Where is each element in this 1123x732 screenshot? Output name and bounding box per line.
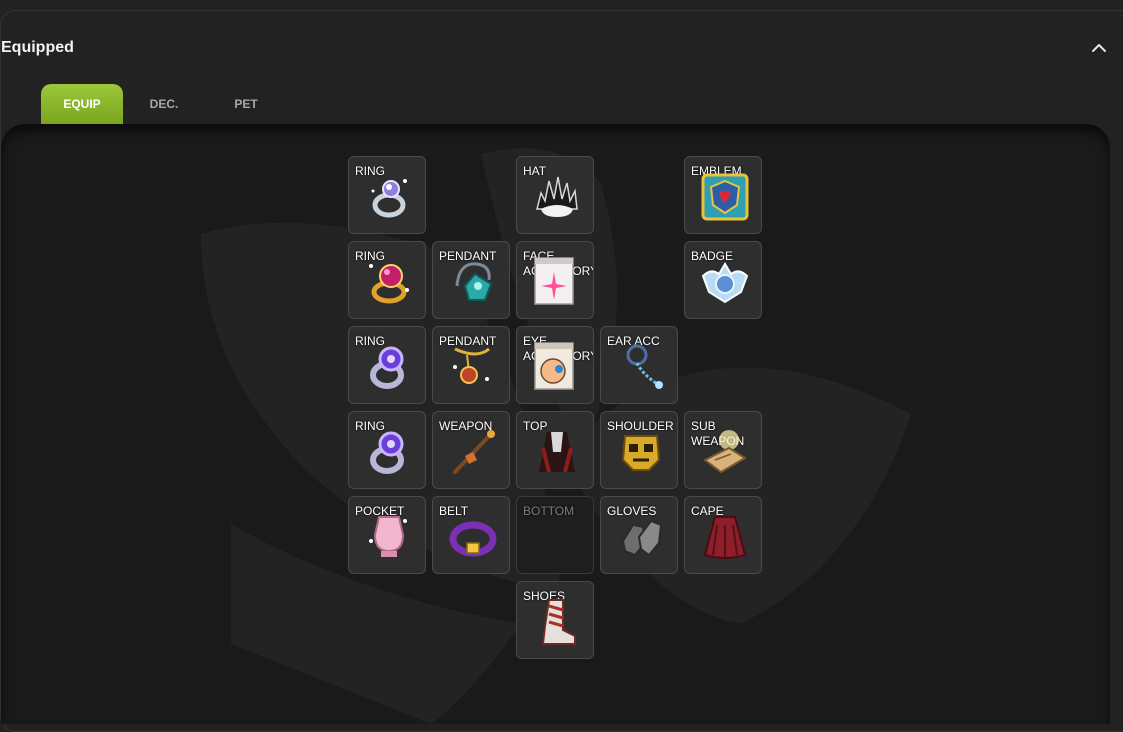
skull-shoulder-icon	[621, 435, 661, 471]
scroll-sub-weapon-icon	[703, 430, 747, 474]
slot-shoes[interactable]: SHOES	[516, 581, 594, 659]
earring-chain-icon	[626, 344, 663, 389]
slot-ring-3[interactable]: RING	[348, 326, 426, 404]
tab-decoration[interactable]: DEC.	[123, 84, 205, 124]
slot-bottom[interactable]: BOTTOM	[516, 496, 594, 574]
ring-purple-icon	[370, 346, 404, 389]
eye-accessory-card-icon	[534, 342, 574, 390]
slot-belt[interactable]: BELT	[432, 496, 510, 574]
slot-sub-weapon[interactable]: SUB WEAPON	[684, 411, 762, 489]
emblem-shield-icon	[701, 173, 749, 221]
badge-crystal-icon	[701, 262, 749, 304]
slot-weapon[interactable]: WEAPON	[432, 411, 510, 489]
slot-ring-4[interactable]: RING	[348, 411, 426, 489]
belt-icon	[449, 521, 497, 557]
ring-ruby-icon	[369, 264, 409, 304]
tab-equip[interactable]: EQUIP	[41, 84, 123, 124]
face-accessory-card-icon	[534, 257, 574, 305]
pendant-gold-chain-icon	[453, 347, 490, 384]
cape-icon	[703, 516, 747, 559]
slot-gloves[interactable]: GLOVES	[600, 496, 678, 574]
slot-pocket[interactable]: POCKET	[348, 496, 426, 574]
boots-icon	[541, 599, 576, 645]
slot-emblem[interactable]: EMBLEM	[684, 156, 762, 234]
ring-silver-gem-icon	[371, 179, 407, 218]
staff-weapon-icon	[453, 430, 495, 474]
collapse-button[interactable]	[1089, 38, 1109, 58]
slot-earring[interactable]: EAR ACC	[600, 326, 678, 404]
slot-label: BOTTOM	[523, 504, 575, 518]
slot-ring-1[interactable]: RING	[348, 156, 426, 234]
pendant-teal-gem-icon	[455, 262, 493, 301]
ring-purple-icon	[370, 431, 404, 474]
slot-ring-2[interactable]: RING	[348, 241, 426, 319]
slot-top[interactable]: TOP	[516, 411, 594, 489]
slot-shoulder[interactable]: SHOULDER	[600, 411, 678, 489]
slot-badge[interactable]: BADGE	[684, 241, 762, 319]
spiked-hat-icon	[536, 176, 578, 217]
tab-pet[interactable]: PET	[205, 84, 287, 124]
slot-cape[interactable]: CAPE	[684, 496, 762, 574]
slot-eye-accessory[interactable]: EYE ACCESSORY	[516, 326, 594, 404]
slot-pendant-1[interactable]: PENDANT	[432, 241, 510, 319]
slot-face-accessory[interactable]: FACE ACCESSORY	[516, 241, 594, 319]
chevron-up-icon	[1092, 44, 1106, 52]
slot-pendant-2[interactable]: PENDANT	[432, 326, 510, 404]
slot-hat[interactable]: HAT	[516, 156, 594, 234]
gloves-icon	[621, 519, 663, 557]
section-title: Equipped	[1, 39, 74, 56]
pocket-vase-icon	[369, 516, 407, 557]
coat-top-icon	[539, 432, 575, 473]
